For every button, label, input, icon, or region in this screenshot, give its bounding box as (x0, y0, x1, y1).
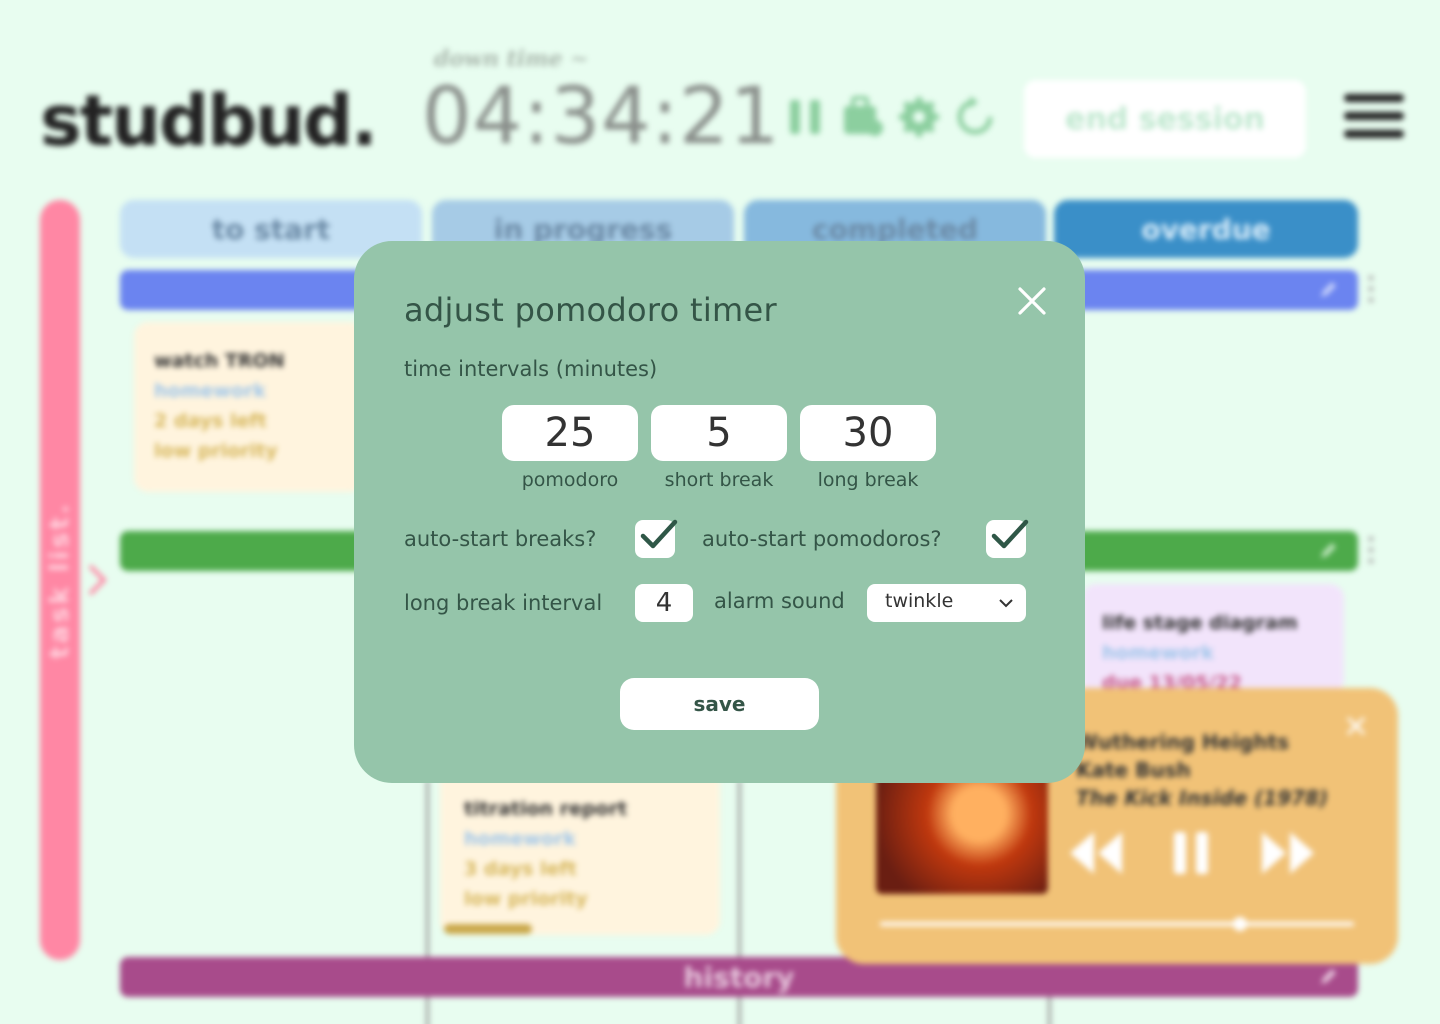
end-session-button[interactable]: end session (1024, 80, 1306, 158)
time-intervals-label: time intervals (minutes) (404, 357, 658, 381)
pomodoro-settings-modal: adjust pomodoro timer time intervals (mi… (354, 241, 1085, 783)
pencil-icon[interactable] (1318, 280, 1338, 300)
timer-mode-label: down time ~ (434, 46, 589, 72)
task-list-label: task list. (45, 501, 75, 659)
task-card[interactable]: titration report homework 3 days left lo… (440, 770, 720, 935)
player-progress-fill (880, 922, 1241, 926)
more-dots-icon[interactable] (1368, 274, 1374, 304)
pause-icon[interactable] (1174, 832, 1208, 874)
long-break-interval-label: long break interval (404, 591, 603, 615)
fast-forward-icon[interactable] (1262, 832, 1314, 874)
alarm-sound-label: alarm sound (714, 589, 845, 613)
task-priority: low priority (464, 888, 588, 910)
close-icon[interactable] (1346, 716, 1366, 736)
short-break-label: short break (664, 469, 774, 491)
long-break-label: long break (817, 469, 919, 491)
rewind-icon[interactable] (1070, 832, 1122, 874)
short-break-minutes-input[interactable] (651, 405, 787, 461)
briefcase-icon[interactable] (842, 94, 884, 140)
player-progress-bar[interactable] (880, 917, 1354, 931)
more-dots-icon[interactable] (1368, 535, 1374, 565)
task-category: homework (464, 828, 576, 850)
song-album: The Kick Inside (1978) (1076, 786, 1329, 810)
modal-title: adjust pomodoro timer (404, 291, 777, 329)
song-artist: Kate Bush (1076, 758, 1191, 782)
pomodoro-minutes-input[interactable] (502, 405, 638, 461)
app-logo: studbud. (40, 80, 378, 162)
task-card[interactable]: watch TRON homework 2 days left low prio… (134, 322, 364, 492)
column-overdue[interactable]: overdue (1054, 200, 1358, 258)
checkmark-icon (640, 519, 678, 549)
long-break-interval-input[interactable] (635, 584, 693, 622)
chevron-right-icon[interactable] (86, 560, 110, 600)
auto-start-pomodoros-label: auto-start pomodoros? (702, 527, 942, 551)
task-due: 2 days left (154, 410, 267, 432)
task-progress-bar (444, 924, 532, 934)
auto-start-breaks-label: auto-start breaks? (404, 527, 597, 551)
timer-controls (786, 94, 996, 140)
player-progress-knob[interactable] (1233, 917, 1248, 931)
hamburger-menu-icon[interactable] (1344, 94, 1404, 140)
song-title: Wuthering Heights (1076, 730, 1290, 754)
task-title: life stage diagram (1102, 612, 1298, 634)
pencil-icon[interactable] (1318, 967, 1338, 987)
chevron-down-icon (999, 599, 1013, 608)
task-due: 3 days left (464, 858, 577, 880)
task-category: homework (1102, 642, 1214, 664)
player-controls (1070, 832, 1314, 874)
task-priority: low priority (154, 440, 278, 462)
long-break-minutes-input[interactable] (800, 405, 936, 461)
checkmark-icon (991, 519, 1029, 549)
gear-icon[interactable] (898, 94, 940, 140)
restart-icon[interactable] (954, 94, 996, 140)
auto-start-pomodoros-checkbox[interactable] (986, 519, 1029, 558)
history-label: history (683, 960, 795, 994)
timer-clock: 04:34:21 (422, 72, 781, 162)
task-card[interactable]: life stage diagram homework due 13/05/22 (1082, 584, 1344, 694)
task-category: homework (154, 380, 266, 402)
pomodoro-label: pomodoro (521, 469, 619, 491)
pause-icon[interactable] (786, 94, 828, 140)
pencil-icon[interactable] (1318, 541, 1338, 561)
alarm-sound-select[interactable]: twinkle (867, 584, 1026, 622)
auto-start-breaks-checkbox[interactable] (635, 519, 678, 558)
alarm-sound-value: twinkle (885, 590, 954, 612)
close-icon[interactable] (1016, 285, 1048, 317)
task-title: watch TRON (154, 350, 285, 372)
save-button[interactable]: save (620, 678, 819, 730)
task-title: titration report (464, 798, 628, 820)
